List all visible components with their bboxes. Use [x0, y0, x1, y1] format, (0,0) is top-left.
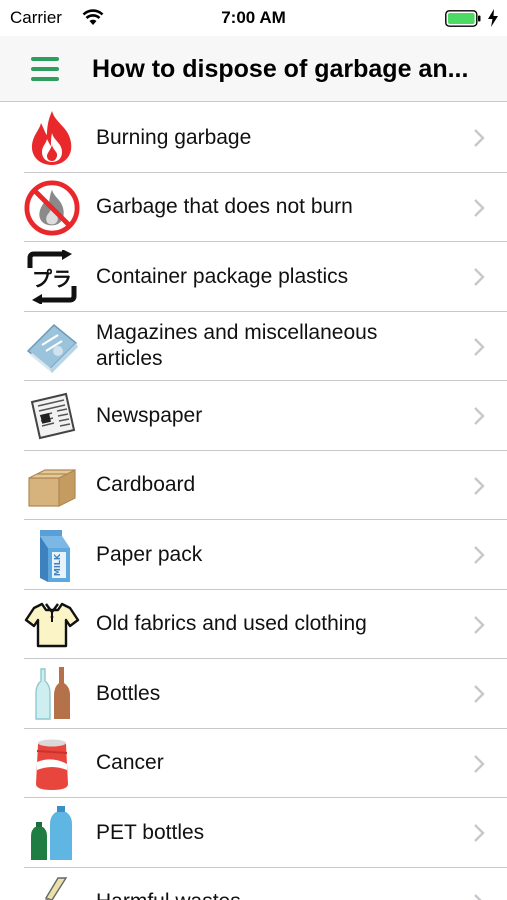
list-item[interactable]: Harmful wastes: [0, 868, 507, 900]
navigation-bar: How to dispose of garbage an...: [0, 36, 507, 102]
clock: 7:00 AM: [221, 8, 286, 27]
plastic-recycle-icon: プラ: [24, 248, 80, 306]
list-item-label: Old fabrics and used clothing: [96, 612, 367, 636]
list-item-label: PET bottles: [96, 820, 205, 844]
hamburger-menu-icon[interactable]: [28, 53, 62, 85]
list-item-label: Garbage that does not burn: [96, 195, 353, 219]
chevron-right-icon: [474, 198, 485, 217]
chevron-right-icon: [474, 476, 485, 495]
list-item[interactable]: プラ Container package plastics: [0, 242, 507, 312]
charging-icon: [488, 9, 498, 27]
list-item[interactable]: Bottles: [0, 659, 507, 729]
shirt-icon: [24, 596, 80, 654]
chevron-right-icon: [474, 685, 485, 703]
list-item[interactable]: PET bottles: [0, 798, 507, 868]
harmful-waste-icon: [24, 874, 80, 900]
list-item[interactable]: Cardboard: [0, 451, 507, 521]
pet-bottles-icon: [24, 804, 80, 862]
can-icon: [24, 735, 80, 793]
chevron-right-icon: [474, 546, 485, 564]
list-item[interactable]: Cancer: [0, 729, 507, 799]
page-title: How to dispose of garbage an...: [92, 55, 469, 83]
milk-carton-icon: MILK: [24, 526, 80, 584]
list-item-label: Harmful wastes: [96, 889, 447, 900]
svg-text:プラ: プラ: [32, 267, 72, 291]
list-item-label: Cancer: [96, 751, 164, 775]
chevron-right-icon: [474, 129, 485, 147]
list-item[interactable]: Old fabrics and used clothing: [0, 590, 507, 660]
list-item-label: Magazines and miscellaneous articles: [96, 321, 378, 371]
newspaper-icon: [24, 387, 80, 445]
battery-icon: [445, 10, 481, 27]
list-item-label: Burning garbage: [96, 125, 252, 149]
garbage-category-list: Burning garbage Garbage that does not bu…: [0, 103, 507, 900]
list-item-label: Cardboard: [96, 473, 196, 497]
chevron-right-icon: [474, 337, 485, 356]
no-burn-icon: [24, 179, 80, 237]
list-item-label: Bottles: [96, 681, 161, 705]
list-item-label: Container package plastics: [96, 264, 349, 288]
list-item[interactable]: Garbage that does not burn: [0, 173, 507, 243]
list-item[interactable]: Magazines and miscellaneous articles: [0, 312, 507, 382]
bottles-icon: [24, 665, 80, 723]
chevron-right-icon: [474, 407, 485, 425]
chevron-right-icon: [474, 615, 485, 634]
chevron-right-icon: [474, 754, 485, 773]
fire-icon: [24, 109, 80, 167]
status-bar: Carrier 7:00 AM: [0, 0, 507, 36]
list-item[interactable]: MILK Paper pack: [0, 520, 507, 590]
cardboard-box-icon: [24, 457, 80, 515]
list-item[interactable]: Newspaper: [0, 381, 507, 451]
chevron-right-icon: [474, 824, 485, 842]
magazine-icon: [24, 318, 80, 376]
list-item[interactable]: Burning garbage: [0, 103, 507, 173]
list-item-label: Newspaper: [96, 403, 203, 427]
chevron-right-icon: [474, 268, 485, 286]
chevron-right-icon: [474, 893, 483, 900]
svg-text:MILK: MILK: [53, 553, 62, 576]
list-item-label: Paper pack: [96, 542, 203, 566]
